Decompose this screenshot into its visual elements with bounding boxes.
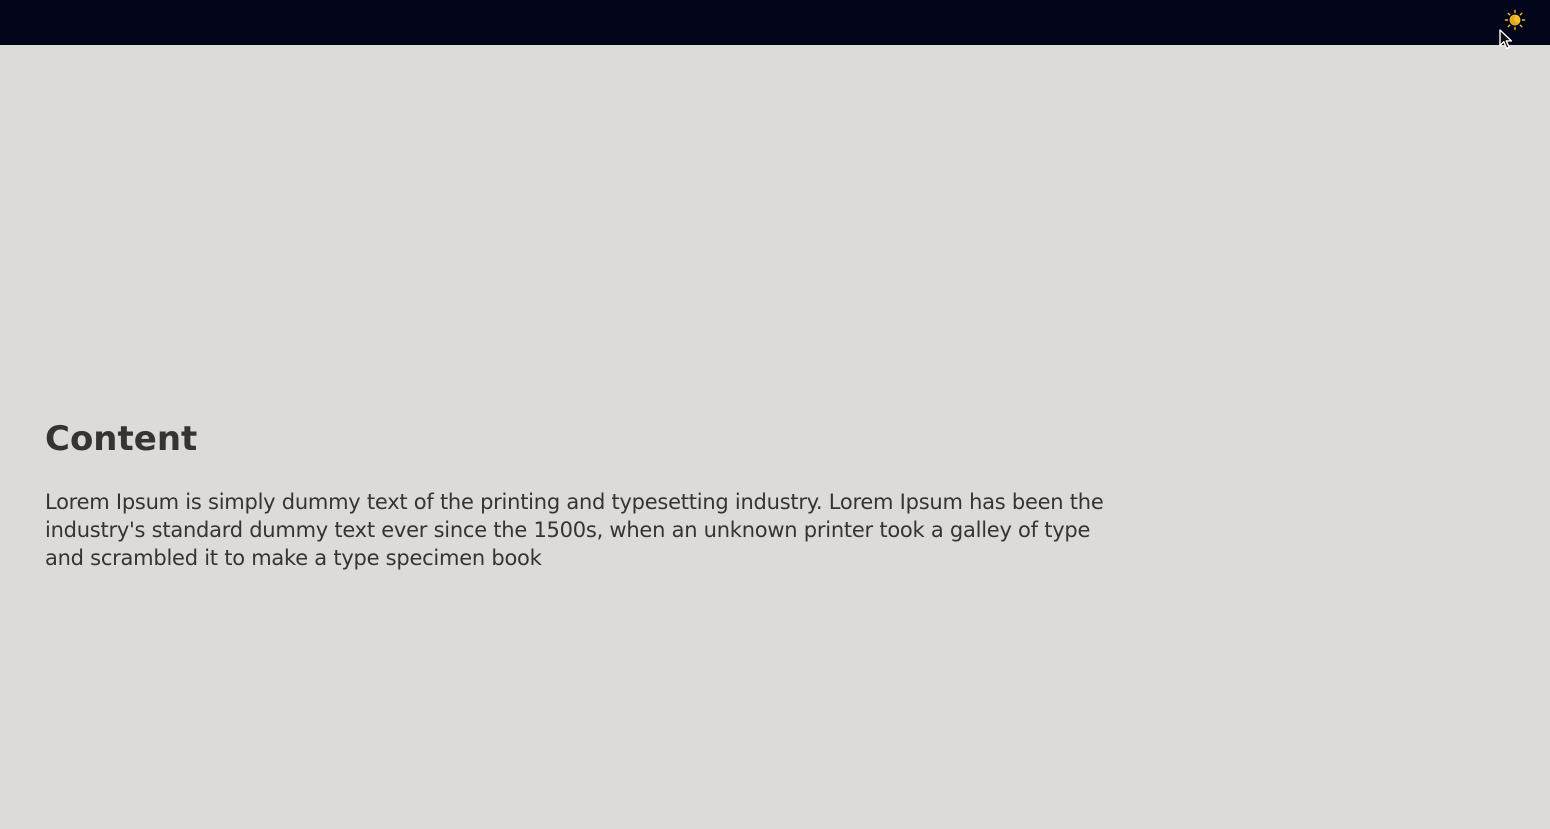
content-paragraph: Lorem Ipsum is simply dummy text of the …	[45, 490, 1104, 570]
sun-icon	[1503, 9, 1527, 31]
top-bar	[0, 0, 1550, 45]
main-content: Content Lorem Ipsum is simply dummy text…	[45, 415, 1135, 572]
theme-toggle-button[interactable]	[1503, 9, 1527, 31]
content-heading: Content	[45, 419, 198, 459]
